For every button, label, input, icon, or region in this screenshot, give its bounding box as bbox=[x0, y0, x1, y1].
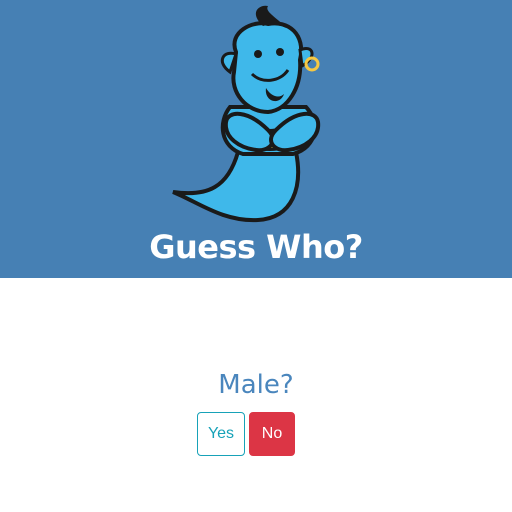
page-title: Guess Who? bbox=[149, 228, 363, 266]
genie-icon bbox=[168, 2, 348, 232]
yes-button[interactable]: Yes bbox=[197, 412, 245, 456]
question-text: Male? bbox=[218, 370, 294, 400]
header-banner: Guess Who? bbox=[0, 0, 512, 278]
answer-buttons: Yes No bbox=[197, 412, 297, 456]
no-button[interactable]: No bbox=[249, 412, 295, 456]
